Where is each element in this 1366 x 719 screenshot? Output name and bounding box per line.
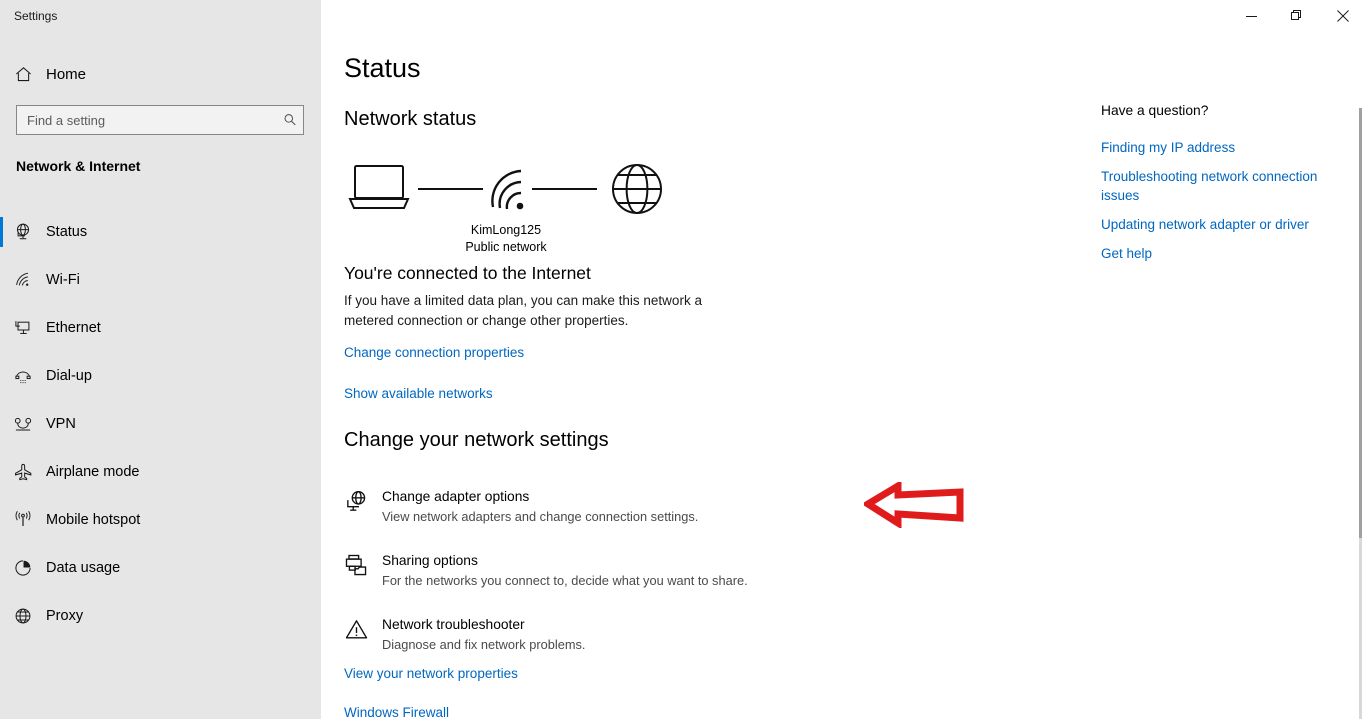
status-globe-icon [0,222,46,242]
network-name-block: KimLong125 Public network [341,222,671,256]
selection-indicator [0,601,3,631]
sidebar-item-label: Airplane mode [46,464,140,480]
view-network-properties-link[interactable]: View your network properties [344,666,518,681]
page-title: Status [344,53,421,83]
sidebar-item-label: Mobile hotspot [46,512,141,528]
option-sharing-options[interactable]: Sharing options For the networks you con… [344,551,904,590]
minimize-icon [1245,15,1257,17]
windows-firewall-link[interactable]: Windows Firewall [344,705,449,719]
wifi-signal-icon [491,169,524,210]
sidebar: Home Network & Internet [0,0,321,719]
help-link-troubleshooting[interactable]: Troubleshooting network connection issue… [1101,167,1341,205]
laptop-icon [348,165,410,209]
adapter-globe-monitor-icon [344,487,382,526]
sidebar-item-proxy[interactable]: Proxy [0,592,321,640]
sidebar-item-ethernet[interactable]: Ethernet [0,304,321,352]
connected-status-description: If you have a limited data plan, you can… [344,293,702,328]
search-container [16,105,304,135]
wifi-icon [0,270,46,290]
network-name: KimLong125 [470,223,542,237]
sidebar-category-title: Network & Internet [16,158,141,174]
selection-indicator [0,217,3,247]
selection-indicator [0,457,3,487]
selection-indicator [0,505,3,535]
settings-window: Settings Home Find a setting Network & I… [0,0,1366,719]
sidebar-item-home[interactable]: Home [0,57,321,91]
restore-icon [1291,10,1301,20]
sidebar-item-label: Data usage [46,560,121,576]
connected-status-title: You're connected to the Internet [344,263,591,283]
help-panel-title: Have a question? [1101,103,1209,118]
sidebar-item-data-usage[interactable]: Data usage [0,544,321,592]
option-change-adapter-options[interactable]: Change adapter options View network adap… [344,487,904,526]
globe-icon [612,164,662,214]
home-icon [0,65,46,84]
sidebar-item-label: Wi-Fi [46,272,80,288]
option-description: View network adapters and change connect… [382,509,699,524]
sidebar-item-dialup[interactable]: Dial-up [0,352,321,400]
help-link-finding-ip[interactable]: Finding my IP address [1101,138,1341,157]
restore-button[interactable] [1274,0,1320,32]
vpn-icon [0,414,46,434]
title-bar: Settings [0,0,1366,34]
home-label: Home [46,65,87,83]
option-description: For the networks you connect to, decide … [382,573,748,588]
sidebar-item-label: Proxy [46,608,84,624]
option-network-troubleshooter[interactable]: Network troubleshooter Diagnose and fix … [344,615,904,654]
show-available-networks-link[interactable]: Show available networks [344,386,493,401]
help-links-list: Finding my IP address Troubleshooting ne… [1101,138,1341,273]
option-description: Diagnose and fix network problems. [382,637,586,652]
search-input[interactable] [17,106,303,134]
sidebar-item-label: Status [46,224,88,240]
dialup-icon [0,366,46,386]
window-controls [1228,0,1366,32]
selection-indicator [0,361,3,391]
selection-indicator [0,265,3,295]
sidebar-item-mobile-hotspot[interactable]: Mobile hotspot [0,496,321,544]
sidebar-item-label: Dial-up [46,368,92,384]
help-link-get-help[interactable]: Get help [1101,244,1341,263]
selection-indicator [0,553,3,583]
sidebar-item-wifi[interactable]: Wi-Fi [0,256,321,304]
change-network-settings-heading: Change your network settings [344,429,609,451]
option-title: Change adapter options [382,489,530,504]
change-connection-properties-link[interactable]: Change connection properties [344,345,524,360]
sidebar-item-label: VPN [46,416,76,432]
selection-indicator [0,409,3,439]
minimize-button[interactable] [1228,0,1274,32]
warning-triangle-icon [344,615,382,654]
option-title: Network troubleshooter [382,617,525,632]
airplane-icon [0,462,46,482]
close-button[interactable] [1320,0,1366,32]
sidebar-item-status[interactable]: Status [0,208,321,256]
search-box[interactable] [16,105,304,135]
sidebar-nav-list: Status Wi-Fi Ethernet Dial-up VPN Airpla… [0,208,321,640]
help-link-updating-adapter[interactable]: Updating network adapter or driver [1101,215,1341,234]
network-type: Public network [465,240,547,254]
option-title: Sharing options [382,553,478,568]
search-submit-button[interactable] [283,106,297,134]
sharing-printer-folder-icon [344,551,382,590]
search-icon [284,114,296,126]
data-usage-icon [0,558,46,578]
close-icon [1337,10,1349,22]
sidebar-item-label: Ethernet [46,320,101,336]
sidebar-item-airplane-mode[interactable]: Airplane mode [0,448,321,496]
window-title: Settings [14,9,58,23]
main-content: Status Network status KimLong125 Public … [321,0,1366,719]
sidebar-item-vpn[interactable]: VPN [0,400,321,448]
selection-indicator [0,313,3,343]
scrollbar-thumb[interactable] [1359,108,1362,538]
vertical-scrollbar[interactable] [1354,108,1366,719]
network-status-heading: Network status [344,108,477,130]
network-diagram: KimLong125 Public network [341,158,671,254]
proxy-globe-icon [0,606,46,626]
ethernet-icon [0,318,46,338]
hotspot-icon [0,510,46,530]
